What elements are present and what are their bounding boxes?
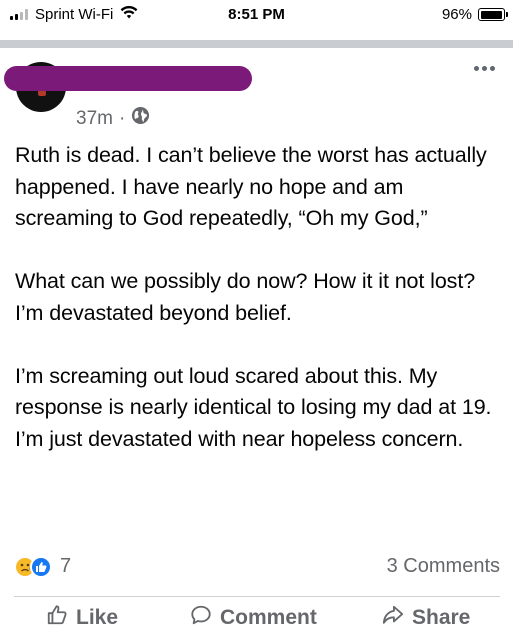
reaction-count[interactable]: 7 <box>60 555 71 578</box>
battery-percent: 96% <box>441 6 472 23</box>
reactions-summary: 7 3 Comments <box>14 554 500 582</box>
globe-icon <box>131 106 150 131</box>
post-timestamp[interactable]: 37m <box>76 108 113 130</box>
status-time: 8:51 PM <box>228 6 285 23</box>
author-name-redaction <box>4 66 252 91</box>
like-label: Like <box>76 606 119 629</box>
more-options-icon[interactable] <box>474 66 495 71</box>
share-button[interactable]: Share <box>382 604 470 632</box>
post-header: 37m · <box>0 48 513 132</box>
comment-button[interactable]: Comment <box>190 604 317 632</box>
reaction-icons[interactable] <box>14 556 52 578</box>
like-button[interactable]: Like <box>46 604 118 632</box>
battery-fill <box>480 10 502 19</box>
post-paragraph: I’m screaming out loud scared about this… <box>15 363 492 451</box>
status-right: 96% <box>441 6 508 23</box>
like-reaction-icon <box>30 556 52 578</box>
post-meta: 37m · <box>76 106 150 131</box>
comments-count[interactable]: 3 Comments <box>387 555 500 578</box>
comment-label: Comment <box>220 606 317 629</box>
meta-separator: · <box>118 107 126 129</box>
action-bar: Like Comment Share <box>0 604 513 638</box>
share-label: Share <box>412 606 471 629</box>
thumbs-up-icon <box>46 604 68 632</box>
status-bar: Sprint Wi-Fi 8:51 PM 96% <box>0 0 513 32</box>
post-text: Ruth is dead. I can’t believe the worst … <box>15 140 500 455</box>
comment-bubble-icon <box>190 604 212 632</box>
feed-separator <box>0 40 513 48</box>
action-divider <box>14 596 500 597</box>
battery-icon <box>478 8 508 21</box>
post-paragraph: What can we possibly do now? How it it n… <box>15 269 476 325</box>
share-arrow-icon <box>382 604 404 632</box>
post-paragraph: Ruth is dead. I can’t believe the worst … <box>15 143 487 230</box>
